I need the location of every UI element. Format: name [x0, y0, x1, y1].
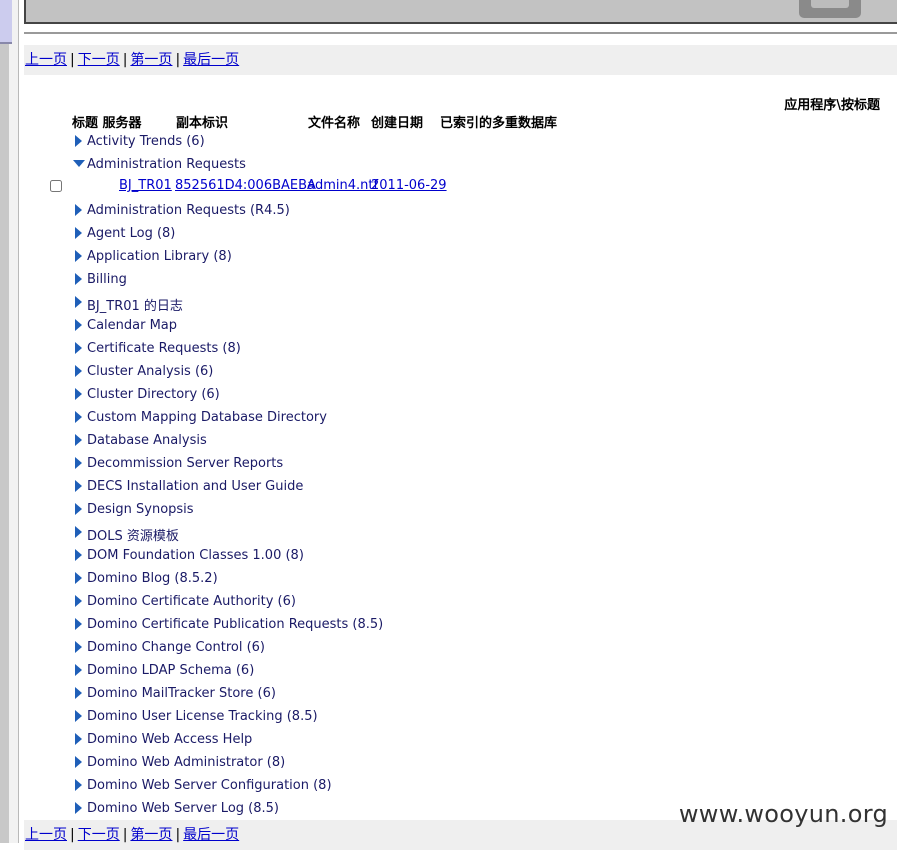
- column-header-file-name[interactable]: 文件名称: [308, 112, 360, 131]
- category-label[interactable]: Agent Log (8): [87, 226, 175, 241]
- category-label[interactable]: Domino Web Server Log (8.5): [87, 801, 279, 816]
- top-toolbar: [24, 0, 897, 24]
- column-header-replica-id[interactable]: 副本标识: [176, 112, 228, 131]
- expand-triangle-icon[interactable]: [75, 273, 82, 285]
- document-created-link[interactable]: 2011-06-29: [371, 178, 447, 193]
- category-label[interactable]: Domino User License Tracking (8.5): [87, 709, 318, 724]
- expand-triangle-icon[interactable]: [75, 250, 82, 262]
- expand-triangle-icon[interactable]: [75, 618, 82, 630]
- category-label[interactable]: Administration Requests (R4.5): [87, 203, 290, 218]
- pager-separator: |: [122, 52, 128, 68]
- category-label[interactable]: Domino MailTracker Store (6): [87, 686, 276, 701]
- expand-triangle-icon[interactable]: [75, 572, 82, 584]
- last-page-link[interactable]: 最后一页: [183, 52, 239, 68]
- category-label[interactable]: Domino LDAP Schema (6): [87, 663, 254, 678]
- expand-triangle-icon[interactable]: [75, 480, 82, 492]
- watermark: www.wooyun.org: [678, 800, 888, 828]
- expand-triangle-icon[interactable]: [75, 641, 82, 653]
- expand-triangle-icon[interactable]: [75, 342, 82, 354]
- column-header-indexed[interactable]: 已索引的多重数据库: [440, 112, 557, 131]
- category-label[interactable]: Domino Web Access Help: [87, 732, 252, 747]
- toolbar-button-icon: [811, 0, 849, 8]
- category-label[interactable]: DOM Foundation Classes 1.00 (8): [87, 548, 304, 563]
- document-select-checkbox[interactable]: [50, 180, 62, 192]
- category-label[interactable]: Design Synopsis: [87, 502, 194, 517]
- category-label[interactable]: DOLS 资源模板: [87, 525, 179, 544]
- category-label[interactable]: Certificate Requests (8): [87, 341, 241, 356]
- category-label[interactable]: Calendar Map: [87, 318, 177, 333]
- expand-triangle-icon[interactable]: [75, 227, 82, 239]
- expand-triangle-icon[interactable]: [75, 687, 82, 699]
- category-label[interactable]: Database Analysis: [87, 433, 207, 448]
- category-label[interactable]: Application Library (8): [87, 249, 232, 264]
- expand-triangle-icon[interactable]: [75, 756, 82, 768]
- last-page-link[interactable]: 最后一页: [183, 827, 239, 843]
- category-label[interactable]: Custom Mapping Database Directory: [87, 410, 327, 425]
- prev-page-link[interactable]: 上一页: [25, 827, 67, 843]
- first-page-link[interactable]: 第一页: [130, 827, 172, 843]
- expand-triangle-icon[interactable]: [75, 457, 82, 469]
- column-header-title-server[interactable]: 标题 服务器: [72, 112, 142, 131]
- expand-triangle-icon[interactable]: [75, 595, 82, 607]
- category-label[interactable]: Activity Trends (6): [87, 134, 205, 149]
- category-label[interactable]: Administration Requests: [87, 157, 246, 172]
- expand-triangle-icon[interactable]: [75, 135, 82, 147]
- document-server-link[interactable]: BJ_TR01: [119, 178, 172, 193]
- category-label[interactable]: BJ_TR01 的日志: [87, 295, 183, 314]
- pager-separator: |: [175, 827, 181, 843]
- next-page-link[interactable]: 下一页: [78, 52, 120, 68]
- pager-top: 上一页 | 下一页 | 第一页 | 最后一页: [24, 45, 897, 75]
- divider: [24, 32, 897, 34]
- left-frame-panel: [9, 0, 19, 843]
- category-label[interactable]: Domino Blog (8.5.2): [87, 571, 218, 586]
- toolbar-button[interactable]: [799, 0, 861, 18]
- next-page-link[interactable]: 下一页: [78, 827, 120, 843]
- prev-page-link[interactable]: 上一页: [25, 52, 67, 68]
- expand-triangle-icon[interactable]: [75, 365, 82, 377]
- expand-triangle-icon[interactable]: [75, 503, 82, 515]
- pager-separator: |: [70, 827, 75, 843]
- collapse-triangle-icon[interactable]: [73, 160, 85, 167]
- expand-triangle-icon[interactable]: [75, 802, 82, 814]
- expand-triangle-icon[interactable]: [75, 526, 82, 538]
- category-label[interactable]: Domino Web Administrator (8): [87, 755, 285, 770]
- expand-triangle-icon[interactable]: [75, 319, 82, 331]
- expand-triangle-icon[interactable]: [75, 549, 82, 561]
- category-label[interactable]: Domino Certificate Publication Requests …: [87, 617, 383, 632]
- category-label[interactable]: Decommission Server Reports: [87, 456, 283, 471]
- document-file-name-link[interactable]: admin4.ntf: [307, 178, 378, 193]
- left-frame-border: [0, 0, 9, 843]
- category-label[interactable]: Domino Certificate Authority (6): [87, 594, 296, 609]
- expand-triangle-icon[interactable]: [75, 664, 82, 676]
- expand-triangle-icon[interactable]: [75, 779, 82, 791]
- expand-triangle-icon[interactable]: [75, 710, 82, 722]
- left-frame-accent: [0, 0, 12, 44]
- column-header-created[interactable]: 创建日期: [371, 112, 423, 131]
- category-label[interactable]: DECS Installation and User Guide: [87, 479, 303, 494]
- category-label[interactable]: Cluster Analysis (6): [87, 364, 213, 379]
- view-title: 应用程序\按标题: [784, 98, 880, 113]
- pager-separator: |: [70, 52, 75, 68]
- first-page-link[interactable]: 第一页: [130, 52, 172, 68]
- expand-triangle-icon[interactable]: [75, 733, 82, 745]
- expand-triangle-icon[interactable]: [75, 388, 82, 400]
- category-label[interactable]: Domino Change Control (6): [87, 640, 265, 655]
- expand-triangle-icon[interactable]: [75, 434, 82, 446]
- category-label[interactable]: Billing: [87, 272, 127, 287]
- category-label[interactable]: Domino Web Server Configuration (8): [87, 778, 332, 793]
- expand-triangle-icon[interactable]: [75, 411, 82, 423]
- pager-separator: |: [122, 827, 128, 843]
- expand-triangle-icon[interactable]: [75, 204, 82, 216]
- category-label[interactable]: Cluster Directory (6): [87, 387, 220, 402]
- document-replica-id-link[interactable]: 852561D4:006BAEBA: [175, 178, 316, 193]
- pager-separator: |: [175, 52, 181, 68]
- expand-triangle-icon[interactable]: [75, 296, 82, 308]
